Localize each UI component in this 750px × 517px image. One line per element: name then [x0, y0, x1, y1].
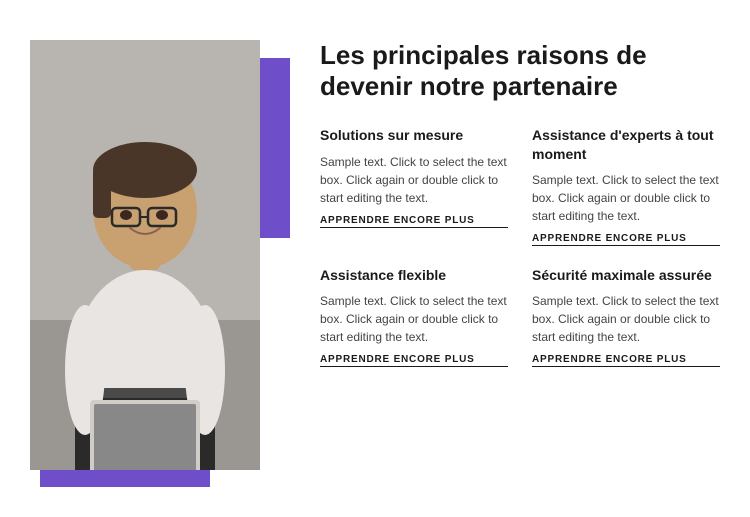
main-title: Les principales raisons de devenir notre…: [320, 40, 720, 102]
feature-title-assistance-experts: Assistance d'experts à tout moment: [532, 126, 720, 162]
feature-text-securite: Sample text. Click to select the text bo…: [532, 292, 720, 346]
feature-text-flexible: Sample text. Click to select the text bo…: [320, 292, 508, 346]
right-section: Les principales raisons de devenir notre…: [320, 30, 720, 487]
feature-solutions: Solutions sur mesure Sample text. Click …: [320, 126, 508, 245]
feature-securite: Sécurité maximale assurée Sample text. C…: [532, 266, 720, 367]
feature-assistance-experts: Assistance d'experts à tout moment Sampl…: [532, 126, 720, 245]
learn-more-securite[interactable]: APPRENDRE ENCORE PLUS: [532, 354, 720, 367]
person-svg: [30, 40, 260, 470]
learn-more-assistance-experts[interactable]: APPRENDRE ENCORE PLUS: [532, 233, 720, 246]
feature-text-solutions: Sample text. Click to select the text bo…: [320, 153, 508, 207]
feature-title-solutions: Solutions sur mesure: [320, 126, 508, 144]
feature-title-securite: Sécurité maximale assurée: [532, 266, 720, 284]
person-photo: [30, 40, 260, 470]
feature-flexible: Assistance flexible Sample text. Click t…: [320, 266, 508, 367]
features-grid: Solutions sur mesure Sample text. Click …: [320, 126, 720, 367]
learn-more-flexible[interactable]: APPRENDRE ENCORE PLUS: [320, 354, 508, 367]
learn-more-solutions[interactable]: APPRENDRE ENCORE PLUS: [320, 215, 508, 228]
feature-title-flexible: Assistance flexible: [320, 266, 508, 284]
left-section: [20, 30, 290, 487]
page-wrapper: Les principales raisons de devenir notre…: [0, 0, 750, 517]
feature-text-assistance-experts: Sample text. Click to select the text bo…: [532, 171, 720, 225]
